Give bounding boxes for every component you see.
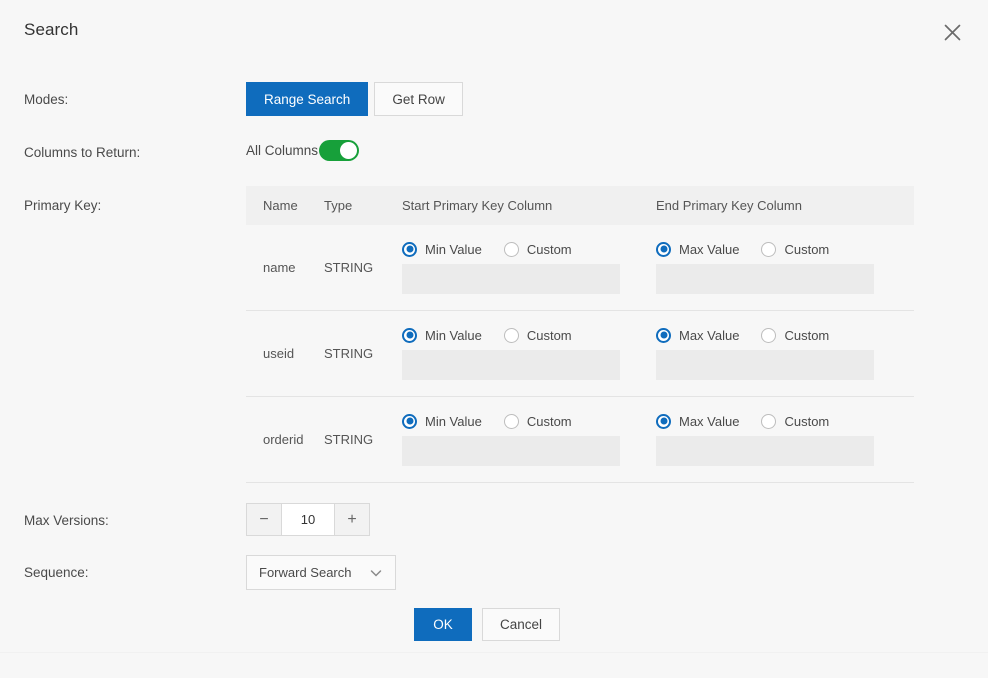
start-custom-radio[interactable] (503, 413, 519, 429)
modes-button-group: Range Search Get Row (246, 82, 463, 116)
column-header-name: Name (263, 198, 298, 213)
sequence-select[interactable]: Forward Search (246, 555, 396, 590)
table-header-row: Name Type Start Primary Key Column End P… (246, 186, 914, 225)
mode-get-row-button[interactable]: Get Row (374, 82, 463, 116)
table-row: name STRING Min Value Custom Max Value C… (246, 225, 914, 311)
end-max-value-radio[interactable] (656, 327, 671, 343)
columns-to-return-label: Columns to Return: (24, 145, 141, 160)
all-columns-toggle[interactable] (319, 140, 360, 161)
dialog-actions: OK Cancel (414, 608, 561, 641)
end-key-cell: Max Value Custom (656, 413, 914, 466)
end-max-value-radio[interactable] (656, 241, 671, 257)
end-key-cell: Max Value Custom (656, 241, 914, 294)
end-max-value-label[interactable]: Max Value (679, 242, 739, 257)
start-key-cell: Min Value Custom (402, 327, 656, 380)
max-versions-stepper: − 10 + (246, 503, 370, 536)
start-min-value-label[interactable]: Min Value (425, 242, 482, 257)
start-key-cell: Min Value Custom (402, 241, 656, 294)
start-min-value-radio[interactable] (402, 413, 417, 429)
end-value-input[interactable] (656, 435, 874, 466)
panel-divider (0, 652, 988, 653)
mode-range-search-button[interactable]: Range Search (246, 82, 369, 116)
start-value-input[interactable] (402, 349, 620, 380)
start-value-input[interactable] (402, 435, 620, 466)
end-key-cell: Max Value Custom (656, 327, 914, 380)
toggle-knob (340, 142, 358, 159)
close-icon (943, 23, 962, 42)
end-custom-label[interactable]: Custom (784, 414, 829, 429)
start-min-value-radio[interactable] (402, 241, 417, 257)
cancel-button[interactable]: Cancel (482, 608, 561, 641)
column-header-end: End Primary Key Column (656, 198, 802, 213)
page-title: Search (24, 20, 79, 39)
decrement-button[interactable]: − (246, 503, 281, 536)
row-type: STRING (324, 260, 374, 275)
end-custom-label[interactable]: Custom (784, 242, 829, 257)
max-versions-value[interactable]: 10 (281, 503, 335, 536)
start-custom-label[interactable]: Custom (527, 242, 572, 257)
end-custom-radio[interactable] (761, 327, 777, 343)
end-custom-label[interactable]: Custom (784, 328, 829, 343)
start-min-value-radio[interactable] (402, 327, 417, 343)
max-versions-label: Max Versions: (24, 513, 109, 528)
start-min-value-label[interactable]: Min Value (425, 414, 482, 429)
row-name: name (263, 260, 296, 275)
primary-key-label: Primary Key: (24, 198, 102, 213)
row-name: useid (263, 346, 295, 361)
column-header-type: Type (324, 198, 353, 213)
row-name: orderid (263, 432, 304, 447)
sequence-label: Sequence: (24, 565, 89, 580)
row-type: STRING (324, 432, 374, 447)
primary-key-table: Name Type Start Primary Key Column End P… (246, 186, 914, 483)
table-row: orderid STRING Min Value Custom Max Valu… (246, 397, 914, 483)
end-value-input[interactable] (656, 263, 874, 294)
search-dialog: Search Modes: Range Search Get Row Colum… (0, 0, 988, 678)
increment-button[interactable]: + (335, 503, 370, 536)
close-button[interactable] (938, 18, 966, 46)
end-max-value-label[interactable]: Max Value (679, 414, 739, 429)
start-key-cell: Min Value Custom (402, 413, 656, 466)
all-columns-control: All Columns (246, 140, 360, 161)
start-min-value-label[interactable]: Min Value (425, 328, 482, 343)
table-row: useid STRING Min Value Custom Max Value (246, 311, 914, 397)
end-custom-radio[interactable] (761, 241, 777, 257)
row-type: STRING (324, 346, 374, 361)
chevron-down-icon (369, 566, 383, 580)
start-value-input[interactable] (402, 263, 620, 294)
start-custom-radio[interactable] (503, 241, 519, 257)
ok-button[interactable]: OK (414, 608, 472, 641)
end-max-value-label[interactable]: Max Value (679, 328, 739, 343)
column-header-start: Start Primary Key Column (402, 198, 553, 213)
modes-label: Modes: (24, 92, 69, 107)
end-value-input[interactable] (656, 349, 874, 380)
start-custom-label[interactable]: Custom (527, 328, 572, 343)
start-custom-radio[interactable] (503, 327, 519, 343)
all-columns-label: All Columns (246, 143, 319, 158)
sequence-selected-value: Forward Search (259, 565, 352, 580)
start-custom-label[interactable]: Custom (527, 414, 572, 429)
end-custom-radio[interactable] (761, 413, 777, 429)
end-max-value-radio[interactable] (656, 413, 671, 429)
